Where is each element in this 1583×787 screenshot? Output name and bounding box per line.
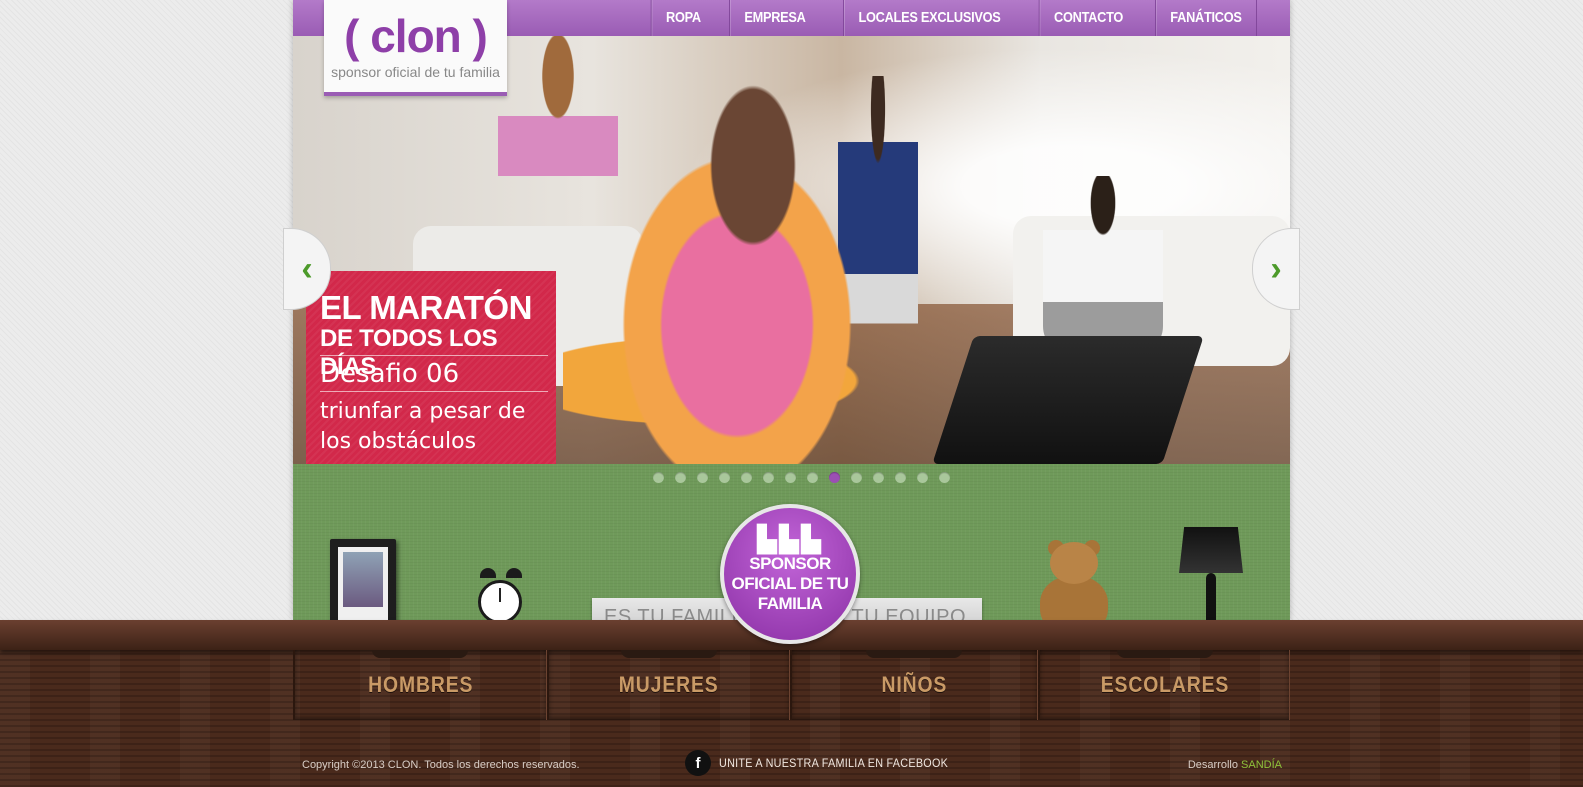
category-ninos[interactable]: NIÑOS: [882, 672, 948, 698]
footer: Copyright ©2013 CLON. Todos los derechos…: [293, 748, 1290, 776]
lamp-icon: [1179, 527, 1243, 635]
promo-divider: [320, 355, 548, 356]
slider-dot[interactable]: [939, 472, 950, 483]
slider-dot[interactable]: [763, 472, 774, 483]
drawer-escolares[interactable]: ESCOLARES: [1038, 650, 1290, 720]
slider-dot[interactable]: [807, 472, 818, 483]
category-escolares[interactable]: ESCOLARES: [1100, 672, 1228, 698]
nav-empresa[interactable]: EMPRESA: [728, 0, 820, 36]
slider-dot[interactable]: [653, 472, 664, 483]
slider-dot[interactable]: [741, 472, 752, 483]
slider-dot[interactable]: [873, 472, 884, 483]
nav-contacto[interactable]: CONTACTO: [1038, 0, 1138, 36]
promo-challenge: Desafio 06: [320, 359, 460, 389]
category-hombres[interactable]: HOMBRES: [368, 672, 473, 698]
drawer-handle: [1116, 650, 1213, 658]
slider-dot[interactable]: [895, 472, 906, 483]
logo-tagline: sponsor oficial de tu familia: [331, 64, 500, 80]
slider-dot[interactable]: [675, 472, 686, 483]
badge-title: SPONSOR OFICIAL DE TU FAMILIA: [731, 554, 849, 613]
category-mujeres[interactable]: MUJERES: [619, 672, 719, 698]
promo-divider: [320, 391, 548, 392]
drawer-handle: [866, 650, 963, 658]
drawer-hombres[interactable]: HOMBRES: [293, 650, 547, 720]
drawer-ninos[interactable]: NIÑOS: [789, 650, 1039, 720]
slider-dot[interactable]: [917, 472, 928, 483]
family-icon: ▙▙▙: [757, 524, 823, 554]
chevron-left-icon: ‹: [301, 250, 313, 288]
facebook-link[interactable]: f UNITE A NUESTRA FAMILIA EN FACEBOOK: [685, 750, 974, 776]
nav-ropa[interactable]: ROPA: [650, 0, 715, 36]
hero-image-girl-guitar: [593, 66, 913, 464]
developer-label: Desarrollo: [1187, 759, 1238, 771]
photo-frame-icon: [330, 539, 396, 631]
promo-tagline: triunfar a pesar de los obstáculos: [320, 399, 526, 454]
promo-panel[interactable]: EL MARATÓN DE TODOS LOS DÍAS Desafio 06 …: [306, 271, 556, 464]
logo-mark: ( clon ): [344, 10, 488, 62]
sponsor-badge[interactable]: ▙▙▙ SPONSOR OFICIAL DE TU FAMILIA: [720, 504, 860, 644]
facebook-label: UNITE A NUESTRA FAMILIA EN FACEBOOK: [719, 756, 949, 770]
facebook-icon: f: [685, 750, 711, 776]
slider-dot[interactable]: [719, 472, 730, 483]
drawer-mujeres[interactable]: MUJERES: [546, 650, 790, 720]
copyright-text: Copyright ©2013 CLON. Todos los derechos…: [302, 759, 580, 771]
hero-image-boy-sitting: [1043, 176, 1163, 356]
promo-title: EL MARATÓN: [320, 289, 532, 326]
category-drawers: HOMBRES MUJERES NIÑOS ESCOLARES: [293, 650, 1290, 720]
developer-credit: Desarrollo SANDÍA: [1188, 759, 1282, 771]
hero-slider: EL MARATÓN DE TODOS LOS DÍAS Desafio 06 …: [293, 36, 1290, 464]
slider-pagination: [653, 472, 961, 483]
slider-dot[interactable]: [829, 472, 840, 483]
main-nav: ROPA EMPRESA LOCALES EXCLUSIVOS CONTACTO…: [645, 0, 1266, 36]
drawer-handle: [620, 650, 717, 658]
chevron-right-icon: ›: [1270, 250, 1282, 288]
developer-link[interactable]: SANDÍA: [1241, 759, 1282, 771]
nav-fanaticos[interactable]: FANÁTICOS: [1155, 0, 1258, 36]
slider-dot[interactable]: [697, 472, 708, 483]
drawer-handle: [372, 650, 469, 658]
nav-locales-exclusivos[interactable]: LOCALES EXCLUSIVOS: [842, 0, 1015, 36]
slider-dot[interactable]: [851, 472, 862, 483]
logo[interactable]: ( clon ) sponsor oficial de tu familia: [324, 0, 507, 96]
main-container: ROPA EMPRESA LOCALES EXCLUSIVOS CONTACTO…: [283, 0, 1300, 644]
slider-dot[interactable]: [785, 472, 796, 483]
shelf-area: ES TU FAMILIA ES TU EQUIPO ▙▙▙ SPONSOR O…: [293, 464, 1290, 644]
